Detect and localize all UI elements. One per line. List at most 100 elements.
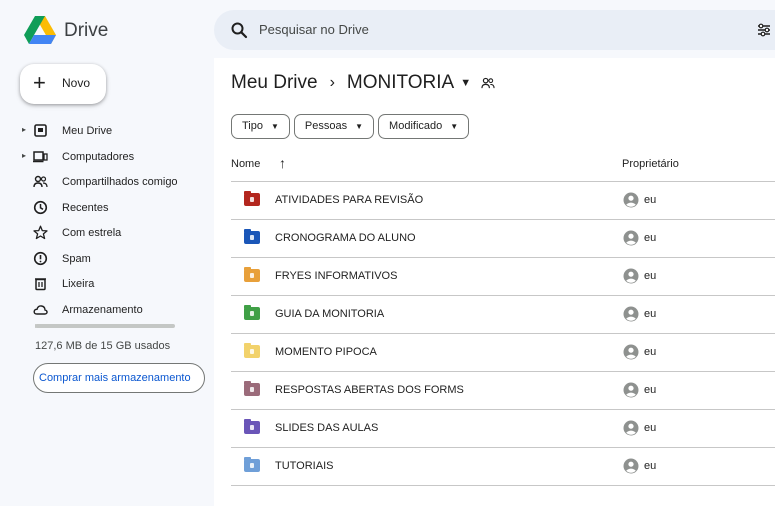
owner-name: eu [644, 194, 657, 206]
app-title[interactable]: Drive [64, 20, 108, 42]
expand-arrow-icon[interactable]: ▸ [22, 125, 26, 134]
computer-icon [33, 150, 48, 162]
search-icon[interactable] [230, 21, 248, 39]
folder-icon [244, 267, 260, 282]
clock-icon [33, 200, 48, 214]
table-header: Nome ↑ Proprietário [231, 154, 775, 178]
sidebar-item-storage[interactable]: Armazenamento [0, 299, 214, 325]
folder-badge [250, 311, 254, 316]
owner-name: eu [644, 346, 657, 358]
folder-badge [250, 273, 254, 278]
column-header-owner[interactable]: Proprietário [622, 158, 679, 170]
chevron-down-icon: ▼ [355, 122, 364, 131]
file-name: FRYES INFORMATIVOS [275, 270, 398, 282]
avatar-icon [623, 192, 639, 208]
table-row[interactable]: SLIDES DAS AULAS eu [231, 410, 775, 448]
sidebar-item-spam[interactable]: Spam [0, 248, 214, 274]
folder-badge [250, 463, 254, 468]
sidebar-item-my-drive[interactable]: ▸ Meu Drive [0, 120, 214, 146]
new-button-label: Novo [62, 76, 91, 90]
owner-name: eu [644, 460, 657, 472]
breadcrumb: Meu Drive › MONITORIA ▼ [231, 72, 495, 94]
folder-icon [244, 191, 260, 206]
sidebar: + Novo ▸ Meu Drive ▸ Computadores Compar… [0, 58, 214, 506]
breadcrumb-separator: › [329, 74, 335, 91]
sidebar-item-label: Spam [62, 252, 91, 265]
folder-icon [244, 457, 260, 472]
table-row[interactable]: TUTORIAIS eu [231, 448, 775, 486]
storage-progress-bar [35, 324, 175, 328]
filter-people-label: Pessoas [304, 120, 348, 132]
sidebar-nav: ▸ Meu Drive ▸ Computadores Compartilhado… [0, 120, 214, 324]
avatar-icon [623, 344, 639, 360]
storage-progress-fill [35, 324, 37, 328]
chevron-down-icon[interactable]: ▼ [460, 77, 471, 89]
avatar-icon [623, 230, 639, 246]
breadcrumb-root[interactable]: Meu Drive [231, 72, 318, 93]
breadcrumb-current[interactable]: MONITORIA [347, 72, 454, 93]
filter-type-button[interactable]: Tipo ▼ [231, 114, 290, 139]
table-row[interactable]: RESPOSTAS ABERTAS DOS FORMS eu [231, 372, 775, 410]
filter-modified-label: Modificado [389, 120, 443, 132]
owner-name: eu [644, 422, 657, 434]
sort-arrow-up-icon[interactable]: ↑ [279, 155, 286, 171]
folder-badge [250, 235, 254, 240]
sidebar-item-starred[interactable]: Com estrela [0, 222, 214, 248]
trash-icon [35, 278, 46, 291]
buy-storage-button[interactable]: Comprar mais armazenamento [33, 363, 205, 393]
sidebar-item-label: Meu Drive [62, 125, 113, 137]
avatar-icon [623, 458, 639, 474]
search-bar[interactable]: Pesquisar no Drive [214, 10, 775, 50]
filter-chips: Tipo ▼ Pessoas ▼ Modificado ▼ [231, 114, 473, 139]
search-input[interactable]: Pesquisar no Drive [259, 22, 369, 37]
table-row[interactable]: MOMENTO PIPOCA eu [231, 334, 775, 372]
shared-people-icon [33, 175, 48, 188]
chevron-down-icon: ▼ [271, 122, 279, 131]
file-name: GUIA DA MONITORIA [275, 308, 385, 320]
folder-icon [244, 305, 260, 320]
shared-people-icon[interactable] [481, 76, 495, 90]
buy-storage-label: Comprar mais armazenamento [39, 372, 191, 384]
filter-modified-button[interactable]: Modificado ▼ [378, 114, 470, 139]
sidebar-item-computers[interactable]: ▸ Computadores [0, 146, 214, 172]
filter-people-button[interactable]: Pessoas ▼ [293, 114, 375, 139]
column-header-name[interactable]: Nome [231, 158, 260, 170]
folder-icon [244, 381, 260, 396]
table-row[interactable]: CRONOGRAMA DO ALUNO eu [231, 220, 775, 258]
sidebar-item-recent[interactable]: Recentes [0, 197, 214, 223]
file-name: MOMENTO PIPOCA [275, 346, 377, 358]
avatar-icon [623, 268, 639, 284]
owner-name: eu [644, 308, 657, 320]
sidebar-item-shared-with-me[interactable]: Compartilhados comigo [0, 171, 214, 197]
sidebar-item-label: Computadores [62, 150, 135, 163]
spam-icon [33, 251, 48, 265]
file-name: TUTORIAIS [275, 460, 334, 472]
file-name: RESPOSTAS ABERTAS DOS FORMS [275, 384, 464, 396]
owner-name: eu [644, 384, 657, 396]
file-name: SLIDES DAS AULAS [275, 422, 379, 434]
new-button[interactable]: + Novo [20, 64, 106, 104]
table-row[interactable]: FRYES INFORMATIVOS eu [231, 258, 775, 296]
storage-usage-text: 127,6 MB de 15 GB usados [35, 340, 171, 352]
avatar-icon [623, 382, 639, 398]
folder-icon [244, 419, 260, 434]
drive-logo-icon[interactable] [24, 16, 56, 44]
table-row[interactable]: ATIVIDADES PARA REVISÃO eu [231, 182, 775, 220]
owner-name: eu [644, 232, 657, 244]
search-options-icon[interactable] [757, 23, 771, 37]
file-list: ATIVIDADES PARA REVISÃO eu CRONOGRAMA DO A… [231, 181, 775, 486]
sidebar-item-label: Lixeira [62, 278, 95, 290]
file-name: CRONOGRAMA DO ALUNO [275, 232, 416, 244]
sidebar-item-label: Compartilhados comigo [62, 176, 178, 188]
plus-icon: + [33, 70, 46, 95]
sidebar-item-label: Armazenamento [62, 303, 143, 316]
sidebar-item-trash[interactable]: Lixeira [0, 273, 214, 299]
table-row[interactable]: GUIA DA MONITORIA eu [231, 296, 775, 334]
sidebar-item-label: Recentes [62, 201, 109, 214]
file-name: ATIVIDADES PARA REVISÃO [275, 194, 424, 206]
folder-badge [250, 387, 254, 392]
cloud-icon [33, 304, 48, 315]
sidebar-item-label: Com estrela [62, 227, 122, 239]
expand-arrow-icon[interactable]: ▸ [22, 151, 26, 160]
chevron-down-icon: ▼ [450, 122, 459, 131]
